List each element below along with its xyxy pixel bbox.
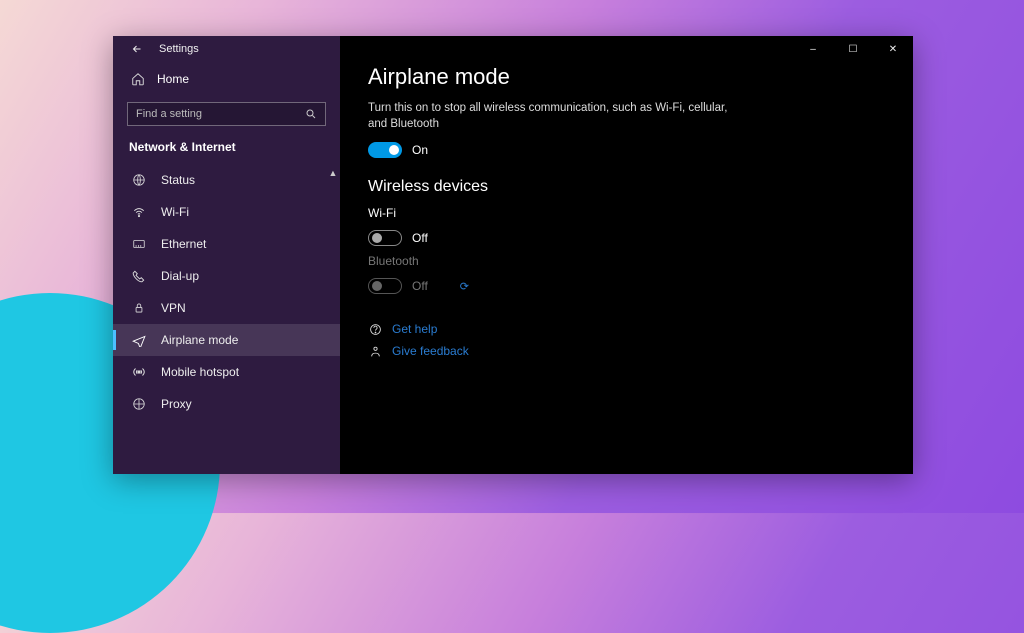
back-icon[interactable]	[131, 43, 143, 55]
bluetooth-toggle	[368, 278, 402, 294]
sidebar-item-label: Status	[161, 173, 195, 187]
sidebar-item-airplane[interactable]: Airplane mode	[113, 324, 340, 356]
wireless-devices-heading: Wireless devices	[368, 178, 885, 196]
sidebar-item-label: VPN	[161, 301, 186, 315]
close-button[interactable]: ✕	[873, 36, 913, 62]
airplane-toggle-label: On	[412, 143, 428, 157]
titlebar-left: Settings	[113, 36, 340, 62]
page-title: Airplane mode	[368, 64, 885, 90]
dialup-icon	[131, 269, 147, 283]
sidebar-home[interactable]: Home	[113, 62, 340, 96]
ethernet-icon	[131, 237, 147, 251]
sidebar-item-ethernet[interactable]: Ethernet	[113, 228, 340, 260]
give-feedback-label: Give feedback	[392, 344, 469, 358]
search-icon	[305, 108, 317, 120]
airplane-icon	[131, 333, 147, 347]
sidebar-item-dialup[interactable]: Dial-up	[113, 260, 340, 292]
content-area: Airplane mode Turn this on to stop all w…	[340, 36, 913, 358]
wifi-label: Wi-Fi	[368, 206, 885, 220]
window-controls: – ☐ ✕	[793, 36, 913, 62]
sidebar-item-hotspot[interactable]: Mobile hotspot	[113, 356, 340, 388]
hotspot-icon	[131, 365, 147, 379]
home-icon	[131, 72, 145, 86]
vpn-icon	[131, 301, 147, 315]
sidebar-item-label: Mobile hotspot	[161, 365, 239, 379]
nav-list: Status Wi-Fi Ethernet Dial-up VPN	[113, 164, 340, 420]
airplane-toggle[interactable]	[368, 142, 402, 158]
sidebar-item-proxy[interactable]: Proxy	[113, 388, 340, 420]
feedback-icon	[368, 345, 382, 358]
sidebar: Settings Home Network & Internet ▲ St	[113, 36, 340, 474]
wifi-toggle-row: Off	[368, 230, 885, 246]
bluetooth-toggle-row: Off ⟳	[368, 278, 885, 294]
sidebar-item-status[interactable]: Status	[113, 164, 340, 196]
airplane-toggle-row: On	[368, 142, 885, 158]
help-links: Get help Give feedback	[368, 322, 885, 358]
sidebar-section-label: Network & Internet	[113, 136, 340, 164]
proxy-icon	[131, 397, 147, 411]
sidebar-home-label: Home	[157, 72, 189, 86]
search-box[interactable]	[127, 102, 326, 126]
wifi-toggle[interactable]	[368, 230, 402, 246]
minimize-button[interactable]: –	[793, 36, 833, 62]
page-description: Turn this on to stop all wireless commun…	[368, 100, 728, 132]
get-help-label: Get help	[392, 322, 437, 336]
bluetooth-label: Bluetooth	[368, 254, 885, 268]
sidebar-item-label: Ethernet	[161, 237, 206, 251]
sidebar-item-label: Dial-up	[161, 269, 199, 283]
search-input[interactable]	[136, 108, 296, 120]
maximize-button[interactable]: ☐	[833, 36, 873, 62]
sidebar-item-label: Airplane mode	[161, 333, 238, 347]
bluetooth-toggle-label: Off	[412, 279, 428, 293]
help-icon	[368, 323, 382, 336]
wifi-icon	[131, 205, 147, 219]
window-title: Settings	[159, 43, 199, 55]
globe-icon	[131, 173, 147, 187]
sidebar-item-wifi[interactable]: Wi-Fi	[113, 196, 340, 228]
give-feedback-link[interactable]: Give feedback	[368, 344, 885, 358]
main-content: – ☐ ✕ Airplane mode Turn this on to stop…	[340, 36, 913, 474]
sidebar-item-vpn[interactable]: VPN	[113, 292, 340, 324]
get-help-link[interactable]: Get help	[368, 322, 885, 336]
sidebar-item-label: Wi-Fi	[161, 205, 189, 219]
wifi-toggle-label: Off	[412, 231, 428, 245]
settings-window: Settings Home Network & Internet ▲ St	[113, 36, 913, 474]
sidebar-item-label: Proxy	[161, 397, 192, 411]
loading-spinner-icon: ⟳	[460, 280, 469, 293]
nav-scroll: ▲ Status Wi-Fi Ethernet Dial-up	[113, 164, 340, 474]
search-row	[127, 102, 326, 126]
